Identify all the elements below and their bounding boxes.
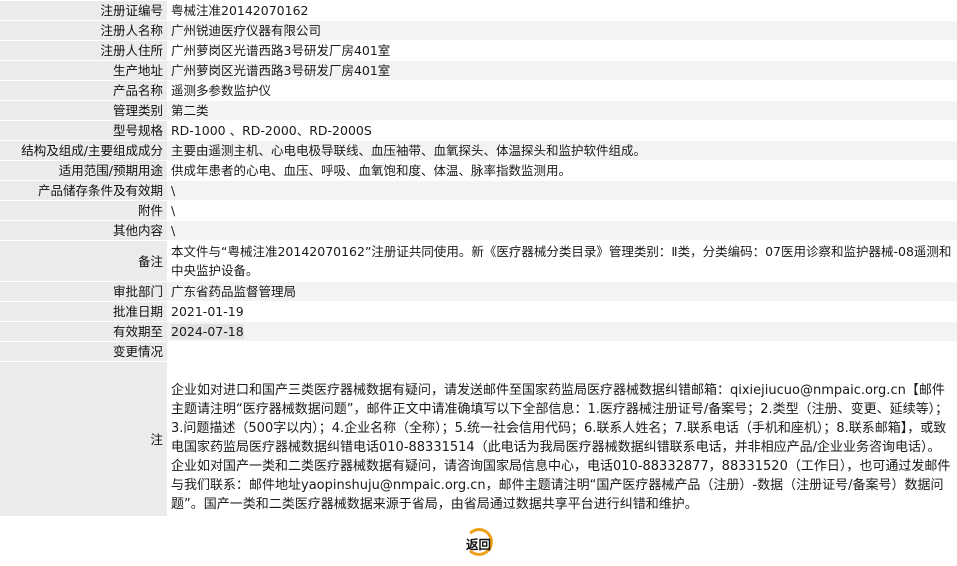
label-product-name: 产品名称: [0, 81, 167, 100]
row-attachment: 附件 \: [0, 201, 957, 220]
row-model-spec: 型号规格 RD-1000 、RD-2000、RD-2000S: [0, 121, 957, 140]
row-other-content: 其他内容 \: [0, 221, 957, 240]
row-production-address: 生产地址 广州萝岗区光谱西路3号研发厂房401室: [0, 61, 957, 80]
row-registrant-address: 注册人住所 广州萝岗区光谱西路3号研发厂房401室: [0, 41, 957, 60]
note-text: 企业如对进口和国产三类医疗器械数据有疑问，请发送邮件至国家药监局医疗器械数据纠错…: [167, 362, 957, 516]
label-production-address: 生产地址: [0, 61, 167, 80]
label-registration-number: 注册证编号: [0, 1, 167, 20]
label-change-history: 变更情况: [0, 342, 167, 361]
value-registrant-address: 广州萝岗区光谱西路3号研发厂房401室: [167, 41, 957, 60]
label-registrant-name: 注册人名称: [0, 21, 167, 40]
value-model-spec: RD-1000 、RD-2000、RD-2000S: [167, 121, 957, 140]
back-button-label: 返回: [465, 537, 491, 552]
footer: 返回: [0, 526, 957, 562]
value-other-content: \: [167, 221, 957, 240]
value-attachment: \: [167, 201, 957, 220]
row-management-category: 管理类别 第二类: [0, 101, 957, 120]
row-product-name: 产品名称 遥测多参数监护仪: [0, 81, 957, 100]
row-valid-until: 有效期至 2024-07-18: [0, 322, 957, 341]
label-attachment: 附件: [0, 201, 167, 220]
registration-detail-table: 注册证编号 粤械注准20142070162 注册人名称 广州锐迪医疗仪器有限公司…: [0, 0, 957, 517]
label-approval-department: 审批部门: [0, 282, 167, 301]
value-product-name: 遥测多参数监护仪: [167, 81, 957, 100]
label-other-content: 其他内容: [0, 221, 167, 240]
label-intended-use: 适用范围/预期用途: [0, 161, 167, 180]
value-approval-department: 广东省药品监督管理局: [167, 282, 957, 301]
value-storage-validity: \: [167, 181, 957, 200]
row-intended-use: 适用范围/预期用途 供成年患者的心电、血压、呼吸、血氧饱和度、体温、脉率指数监测…: [0, 161, 957, 180]
label-valid-until: 有效期至: [0, 322, 167, 341]
row-change-history: 变更情况: [0, 342, 957, 361]
value-management-category: 第二类: [167, 101, 957, 120]
label-registrant-address: 注册人住所: [0, 41, 167, 60]
label-management-category: 管理类别: [0, 101, 167, 120]
row-registrant-name: 注册人名称 广州锐迪医疗仪器有限公司: [0, 21, 957, 40]
value-intended-use: 供成年患者的心电、血压、呼吸、血氧饱和度、体温、脉率指数监测用。: [167, 161, 957, 180]
label-remarks: 备注: [0, 241, 167, 281]
row-structure-composition: 结构及组成/主要组成成分 主要由遥测主机、心电电极导联线、血压袖带、血氧探头、体…: [0, 141, 957, 160]
row-approval-department: 审批部门 广东省药品监督管理局: [0, 282, 957, 301]
label-storage-validity: 产品储存条件及有效期: [0, 181, 167, 200]
value-registration-number: 粤械注准20142070162: [167, 1, 957, 20]
valid-until-date: 2024-07-18: [171, 324, 244, 339]
row-remarks: 备注 本文件与“粤械注准20142070162”注册证共同使用。新《医疗器械分类…: [0, 241, 957, 281]
label-model-spec: 型号规格: [0, 121, 167, 140]
back-button[interactable]: 返回: [457, 528, 501, 556]
value-registrant-name: 广州锐迪医疗仪器有限公司: [167, 21, 957, 40]
row-note: 注 企业如对进口和国产三类医疗器械数据有疑问，请发送邮件至国家药监局医疗器械数据…: [0, 362, 957, 516]
row-storage-validity: 产品储存条件及有效期 \: [0, 181, 957, 200]
value-remarks: 本文件与“粤械注准20142070162”注册证共同使用。新《医疗器械分类目录》…: [167, 241, 957, 281]
row-approval-date: 批准日期 2021-01-19: [0, 302, 957, 321]
label-note: 注: [0, 362, 167, 516]
value-production-address: 广州萝岗区光谱西路3号研发厂房401室: [167, 61, 957, 80]
value-structure-composition: 主要由遥测主机、心电电极导联线、血压袖带、血氧探头、体温探头和监护软件组成。: [167, 141, 957, 160]
value-valid-until: 2024-07-18: [167, 322, 957, 341]
label-structure-composition: 结构及组成/主要组成成分: [0, 141, 167, 160]
value-approval-date: 2021-01-19: [167, 302, 957, 321]
row-registration-number: 注册证编号 粤械注准20142070162: [0, 1, 957, 20]
label-approval-date: 批准日期: [0, 302, 167, 321]
value-change-history: [167, 342, 957, 361]
